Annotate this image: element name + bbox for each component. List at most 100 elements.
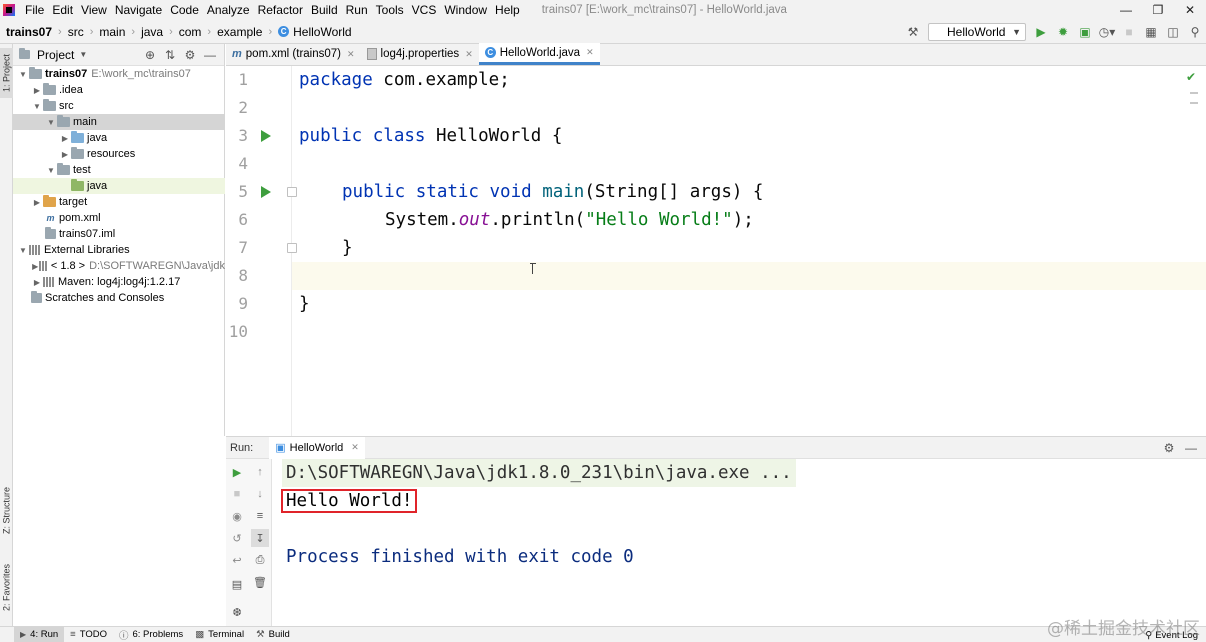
breadcrumb-com[interactable]: com: [175, 25, 206, 39]
minimize-icon[interactable]: —: [1110, 0, 1142, 20]
menu-window[interactable]: Window: [440, 3, 491, 17]
coverage-icon[interactable]: ▣: [1074, 21, 1096, 43]
tree-item-main[interactable]: ▼ main: [13, 114, 225, 130]
collapse-all-icon[interactable]: ⇅: [160, 46, 180, 64]
hammer-build-icon[interactable]: ⚒: [902, 21, 924, 43]
locate-icon[interactable]: ⊕: [140, 46, 160, 64]
menu-vcs[interactable]: VCS: [408, 3, 441, 17]
up-arrow-icon[interactable]: ↑: [251, 463, 269, 481]
close-icon[interactable]: ✕: [351, 442, 359, 453]
chevron-down-icon[interactable]: ▼: [17, 70, 29, 79]
menu-analyze[interactable]: Analyze: [203, 3, 254, 17]
tree-item-test-java[interactable]: java: [13, 178, 225, 194]
status-tab-todo[interactable]: ≡ TODO: [64, 627, 113, 642]
console-output[interactable]: D:\SOFTWAREGN\Java\jdk1.8.0_231\bin\java…: [272, 459, 1206, 626]
chevron-right-icon[interactable]: ▶: [59, 134, 71, 143]
close-icon[interactable]: ✕: [586, 47, 594, 58]
stop-icon[interactable]: ■: [228, 485, 246, 503]
menu-file[interactable]: File: [21, 3, 48, 17]
tree-item-iml[interactable]: trains07.iml: [13, 226, 225, 242]
chevron-down-icon[interactable]: ▼: [45, 118, 57, 127]
menu-tools[interactable]: Tools: [372, 3, 408, 17]
project-structure-icon[interactable]: ▦: [1140, 21, 1162, 43]
run-class-gutter-icon[interactable]: [261, 130, 271, 142]
debug-icon[interactable]: ✹: [1052, 21, 1074, 43]
search-icon[interactable]: ⚲: [1184, 21, 1206, 43]
layout-icon[interactable]: ▤: [228, 575, 246, 593]
soft-wrap-icon[interactable]: ≡: [251, 507, 269, 525]
tree-item-test[interactable]: ▼ test: [13, 162, 225, 178]
run-icon[interactable]: ▶: [1030, 21, 1052, 43]
down-arrow-icon[interactable]: ↓: [251, 485, 269, 503]
trash-icon[interactable]: 🗑: [251, 573, 269, 591]
close-icon[interactable]: ✕: [1174, 0, 1206, 20]
menu-refactor[interactable]: Refactor: [254, 3, 307, 17]
gear-icon[interactable]: ⚙: [180, 46, 200, 64]
rerun-icon[interactable]: ▶: [228, 463, 246, 481]
tab-project-tool[interactable]: 1: Project: [0, 48, 13, 98]
hide-icon[interactable]: —: [1180, 437, 1202, 459]
menu-run[interactable]: Run: [342, 3, 372, 17]
status-tab-run[interactable]: ▶ 4: Run: [14, 626, 65, 642]
breadcrumb-src[interactable]: src: [64, 25, 88, 39]
tab-pom-xml[interactable]: m pom.xml (trains07) ✕: [226, 43, 361, 65]
fold-icon[interactable]: [287, 243, 297, 253]
menu-build[interactable]: Build: [307, 3, 342, 17]
tree-item-scratches[interactable]: Scratches and Consoles: [13, 290, 225, 306]
stop-icon[interactable]: ■: [1118, 21, 1140, 43]
status-tab-terminal[interactable]: ▩ Terminal: [189, 627, 250, 642]
close-icon[interactable]: ✕: [347, 49, 355, 60]
chevron-down-icon[interactable]: ▼: [17, 246, 29, 255]
hide-icon[interactable]: —: [200, 46, 220, 64]
tree-item-pom[interactable]: m pom.xml: [13, 210, 225, 226]
exit-icon[interactable]: ↺: [228, 529, 246, 547]
tab-structure-tool[interactable]: Z: Structure: [0, 480, 13, 540]
tree-item-jdk[interactable]: ▶ < 1.8 > D:\SOFTWAREGN\Java\jdk: [13, 258, 225, 274]
chevron-right-icon[interactable]: ▶: [31, 198, 43, 207]
breadcrumb-java[interactable]: java: [137, 25, 167, 39]
tree-item-log4j[interactable]: ▶ Maven: log4j:log4j:1.2.17: [13, 274, 225, 290]
menu-code[interactable]: Code: [166, 3, 203, 17]
breadcrumb-main[interactable]: main: [95, 25, 129, 39]
chevron-right-icon[interactable]: ▶: [31, 262, 39, 271]
chevron-down-icon[interactable]: ▼: [45, 166, 57, 175]
tree-item-trains07[interactable]: ▼ trains07 E:\work_mc\trains07: [13, 66, 225, 82]
code-editor[interactable]: 1 2 3 4 5 6 7 8 9 10 package com.example…: [226, 66, 1206, 436]
tree-item-external-libraries[interactable]: ▼ External Libraries: [13, 242, 225, 258]
tab-helloworld-java[interactable]: C HelloWorld.java ✕: [478, 43, 600, 65]
status-tab-build[interactable]: ⚒ Build: [250, 627, 296, 642]
close-icon[interactable]: ✕: [465, 49, 473, 60]
run-main-gutter-icon[interactable]: [261, 186, 271, 198]
menu-view[interactable]: View: [77, 3, 111, 17]
profile-dropdown-icon[interactable]: ◷▾: [1096, 21, 1118, 43]
breadcrumb-helloworld[interactable]: C HelloWorld: [274, 25, 355, 39]
tree-item-resources[interactable]: ▶ resources: [13, 146, 225, 162]
chevron-right-icon[interactable]: ▶: [31, 86, 43, 95]
gear-icon[interactable]: ⚙: [1158, 437, 1180, 459]
camera-icon[interactable]: ◉: [228, 507, 246, 525]
inspection-ok-icon[interactable]: ✔: [1186, 70, 1196, 84]
run-tab-helloworld[interactable]: ▣ HelloWorld ✕: [269, 436, 365, 459]
breadcrumb-example[interactable]: example: [213, 25, 266, 39]
tree-item-main-java[interactable]: ▶ java: [13, 130, 225, 146]
tree-item-idea[interactable]: ▶ .idea: [13, 82, 225, 98]
chevron-down-icon[interactable]: ▼: [79, 50, 87, 59]
tree-item-src[interactable]: ▼ src: [13, 98, 225, 114]
toolbox-icon[interactable]: ◫: [1162, 21, 1184, 43]
restore-layout-icon[interactable]: ↩: [228, 551, 246, 569]
chevron-down-icon[interactable]: ▼: [31, 102, 43, 111]
pin-icon[interactable]: ❆: [228, 603, 246, 621]
tab-favorites-tool[interactable]: 2: Favorites: [0, 554, 13, 620]
tab-log4j-properties[interactable]: log4j.properties ✕: [361, 43, 479, 65]
restore-icon[interactable]: ❐: [1142, 0, 1174, 20]
status-tab-problems[interactable]: ⓘ 6: Problems: [113, 627, 189, 642]
tree-item-target[interactable]: ▶ target: [13, 194, 225, 210]
run-configuration-select[interactable]: HelloWorld ▼: [928, 23, 1026, 41]
chevron-right-icon[interactable]: ▶: [31, 278, 43, 287]
menu-help[interactable]: Help: [491, 3, 524, 17]
scroll-to-end-icon[interactable]: ↧: [251, 529, 269, 547]
project-panel-title[interactable]: Project: [37, 48, 74, 62]
menu-edit[interactable]: Edit: [48, 3, 77, 17]
fold-icon[interactable]: [287, 187, 297, 197]
menu-navigate[interactable]: Navigate: [111, 3, 166, 17]
